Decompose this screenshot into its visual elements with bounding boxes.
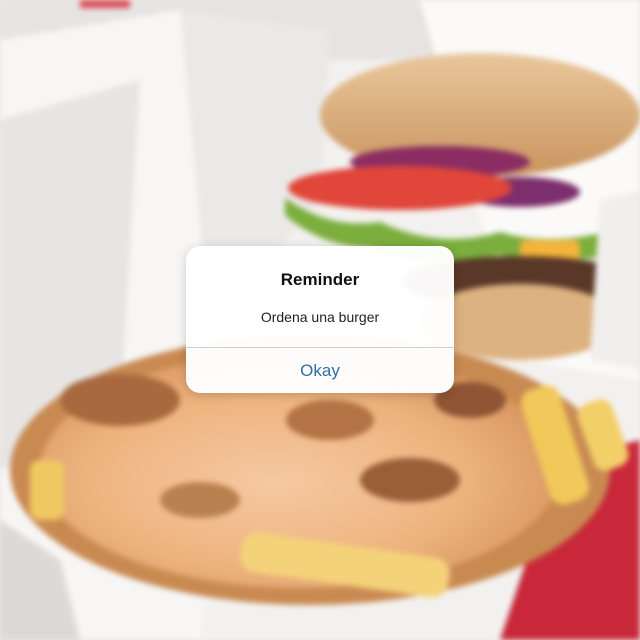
alert-message: Ordena una burger [260, 309, 380, 325]
okay-button[interactable]: Okay [186, 348, 454, 393]
alert-title: Reminder [280, 270, 360, 289]
food-photo-background: Reminder Ordena una burger Okay [0, 0, 640, 640]
reminder-alert-dialog: Reminder Ordena una burger Okay [186, 246, 454, 393]
